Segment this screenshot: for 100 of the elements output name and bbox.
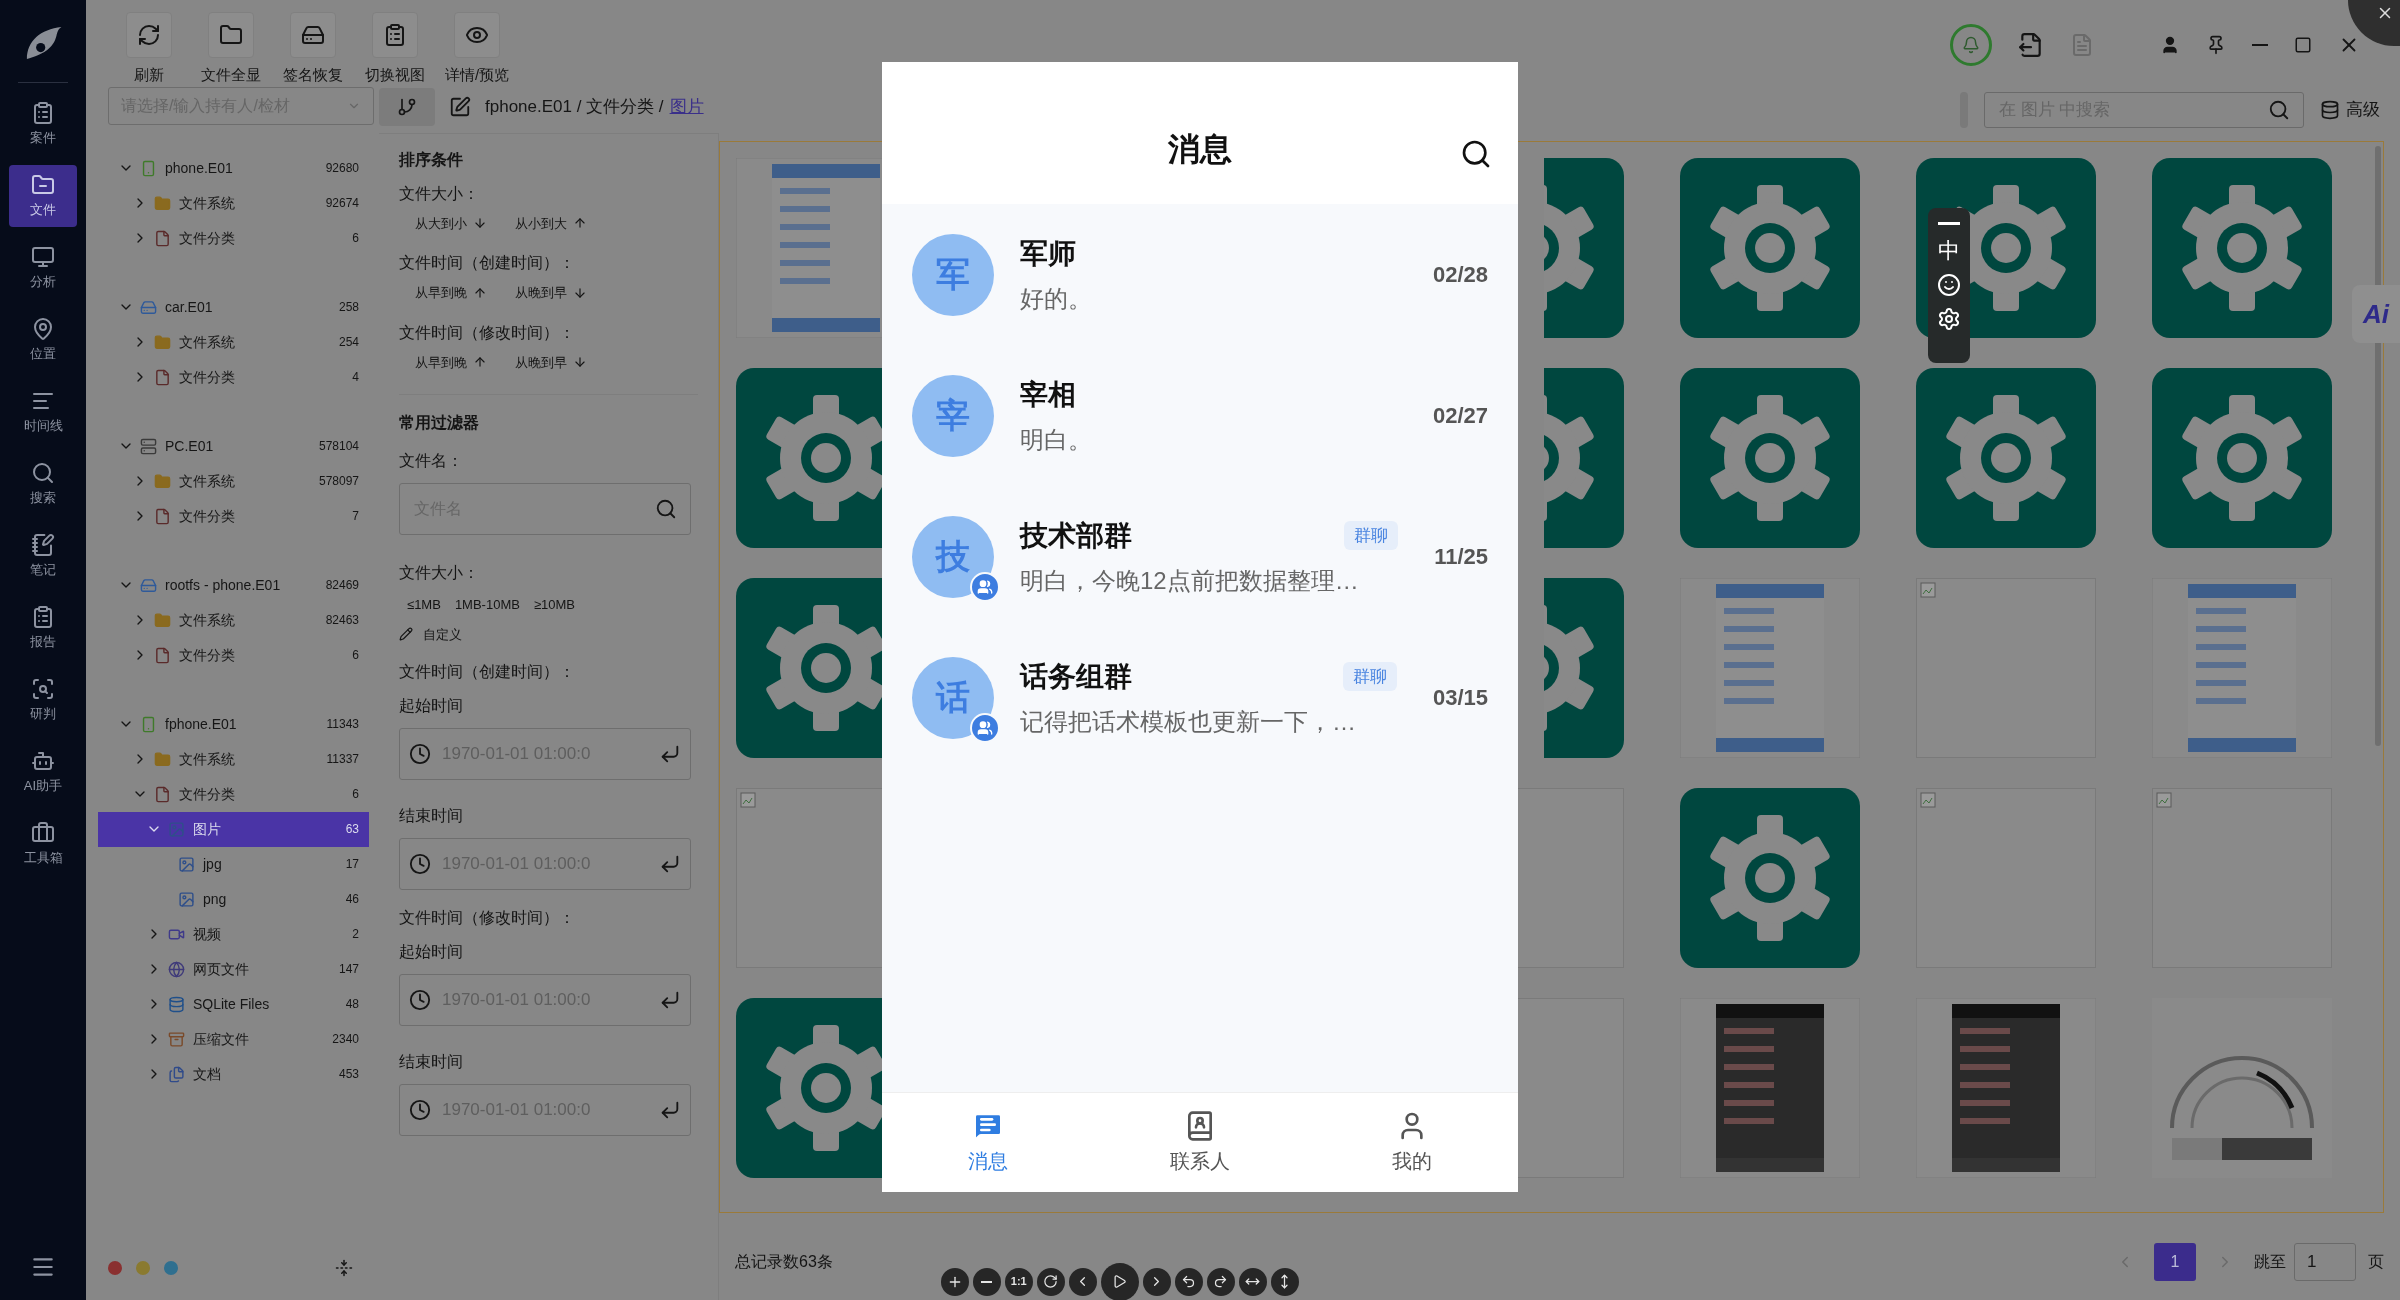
bottom-tab[interactable]: 联系人 (1094, 1093, 1306, 1192)
notebook-icon (31, 532, 55, 557)
actual-size-button[interactable]: 1:1 (1004, 1267, 1033, 1296)
rotate-left-button[interactable] (1174, 1267, 1203, 1296)
page-input[interactable]: 1 (2294, 1242, 2356, 1281)
nav-item[interactable]: 时间线 (9, 381, 77, 443)
flip-horizontal-button[interactable] (1238, 1267, 1267, 1296)
tree-item[interactable]: car.E01 258 (98, 289, 369, 325)
sort-option[interactable]: 从晚到早 (515, 352, 587, 372)
tree-item[interactable]: png 46 (98, 881, 369, 917)
tree-item[interactable]: fphone.E01 11343 (98, 706, 369, 742)
toolbar-button[interactable]: 文件全显 (196, 12, 266, 87)
settings-icon[interactable] (1937, 307, 1961, 331)
tree-item[interactable]: 压缩文件 2340 (98, 1021, 369, 1057)
flip-vertical-button[interactable] (1270, 1267, 1299, 1296)
sort-option[interactable]: 从早到晚 (415, 283, 487, 303)
tree-item[interactable]: 文件分类 6 (98, 637, 369, 673)
tree-item[interactable]: 文档 453 (98, 1056, 369, 1092)
nav-item[interactable]: 工具箱 (9, 813, 77, 875)
tree-item[interactable]: 文件分类 6 (98, 220, 369, 256)
emoji-icon[interactable] (1937, 273, 1961, 297)
input-mode-toggle[interactable]: 中 (1938, 239, 1960, 263)
nav-item[interactable]: 位置 (9, 309, 77, 371)
page-button[interactable]: 1 (2154, 1242, 2196, 1281)
message-preview: 明白，今晚12点前把数据整理… (1020, 565, 1360, 596)
breadcrumb-link[interactable]: 图片 (669, 93, 704, 120)
chat-name: 宰相 (1020, 377, 1076, 412)
enter-icon (659, 743, 681, 765)
sort-option[interactable]: 从早到晚 (415, 352, 487, 372)
search-icon[interactable] (1460, 138, 1492, 170)
maximize-icon[interactable] (2294, 36, 2312, 54)
chat-row[interactable]: 宰 宰相 明白。 02/27 (882, 345, 1518, 486)
bottom-tab[interactable]: 我的 (1306, 1093, 1518, 1192)
nav-item[interactable]: 分析 (9, 237, 77, 299)
zoom-out-button[interactable] (972, 1267, 1001, 1296)
zoom-in-button[interactable] (940, 1267, 969, 1296)
tree-item[interactable]: 文件系统 82463 (98, 602, 369, 638)
chat-row[interactable]: 军 军师 好的。 02/28 (882, 204, 1518, 345)
nav-item[interactable]: AI助手 (9, 741, 77, 803)
tree-item[interactable]: 文件分类 6 (98, 776, 369, 812)
gear-icon (1680, 367, 1860, 548)
chat-row[interactable]: 话 话务组群 群聊 记得把话术模板也更新一下，… 03/15 (882, 627, 1518, 768)
tree-item[interactable]: 图片 63 (98, 811, 369, 847)
tree-item[interactable]: 视频 2 (98, 916, 369, 952)
branch-button[interactable] (379, 87, 435, 126)
nav-item[interactable]: 笔记 (9, 525, 77, 587)
close-overlay-button[interactable] (2348, 0, 2400, 46)
tree-item[interactable]: 文件系统 254 (98, 324, 369, 360)
breadcrumb-path: fphone.E01 / 文件分类 / (485, 95, 664, 118)
file-export-icon[interactable] (2018, 32, 2044, 58)
custom-size-button[interactable]: 自定义 (399, 624, 698, 644)
broken-image-icon (2156, 791, 2172, 808)
nav-item[interactable]: 文件 (9, 165, 77, 227)
item-count: 254 (338, 334, 359, 351)
tree-item[interactable]: 网页文件 147 (98, 951, 369, 987)
nav-item[interactable]: 研判 (9, 669, 77, 731)
tree-item[interactable]: 文件系统 11337 (98, 741, 369, 777)
play-icon (1112, 1274, 1128, 1289)
sort-option[interactable]: 从小到大 (515, 213, 587, 233)
collapse-icon[interactable] (335, 1258, 353, 1277)
tree-item[interactable]: PC.E01 578104 (98, 428, 369, 464)
nav-item[interactable]: 案件 (9, 93, 77, 155)
pencil-icon (399, 627, 413, 642)
field-label: 文件时间（修改时间）： (399, 908, 576, 928)
chat-row[interactable]: 技 技术部群 群聊 明白，今晚12点前把数据整理… 11/25 (882, 486, 1518, 627)
size-option[interactable]: ≥10MB (533, 595, 575, 615)
size-option[interactable]: 1MB-10MB (454, 595, 520, 615)
refresh-icon (137, 23, 161, 47)
rotate-right-button[interactable] (1206, 1267, 1235, 1296)
toolbar-button[interactable]: 签名恢复 (278, 12, 348, 87)
rotate-button[interactable] (1036, 1267, 1065, 1296)
advanced-search-button[interactable]: 高级 (2320, 96, 2380, 123)
item-count: 2 (352, 926, 359, 943)
tree-item[interactable]: phone.E01 92680 (98, 150, 369, 186)
play-button[interactable] (1100, 1262, 1139, 1300)
pin-icon[interactable] (2206, 35, 2226, 55)
sort-option[interactable]: 从晚到早 (515, 283, 587, 303)
next-button[interactable] (1142, 1267, 1171, 1296)
tree-item[interactable]: rootfs - phone.E01 82469 (98, 567, 369, 603)
bottom-tab[interactable]: 消息 (882, 1093, 1094, 1192)
size-option[interactable]: ≤1MB (407, 595, 441, 615)
toolbar-button[interactable]: 切换视图 (360, 12, 430, 87)
toolbar-button[interactable]: 刷新 (114, 12, 184, 87)
nav-item[interactable]: 搜索 (9, 453, 77, 515)
toolbar-button[interactable]: 详情/预览 (442, 12, 512, 87)
edit-icon[interactable] (449, 95, 471, 118)
sort-option[interactable]: 从大到小 (415, 213, 487, 233)
tree-item[interactable]: 文件分类 7 (98, 498, 369, 534)
tree-item[interactable]: jpg 17 (98, 846, 369, 882)
tree-item[interactable]: 文件系统 578097 (98, 463, 369, 499)
gear-icon (1680, 787, 1860, 968)
nav-item[interactable]: 报告 (9, 597, 77, 659)
tree-item[interactable]: SQLite Files 48 (98, 986, 369, 1022)
document-icon (154, 368, 171, 386)
tree-item[interactable]: 文件分类 4 (98, 359, 369, 395)
previous-button[interactable] (1068, 1267, 1097, 1296)
user-icon[interactable] (2160, 35, 2180, 55)
item-count: 2340 (332, 1031, 359, 1048)
tree-item[interactable]: 文件系统 92674 (98, 185, 369, 221)
ai-assistant-button[interactable]: Ai (2352, 285, 2400, 343)
